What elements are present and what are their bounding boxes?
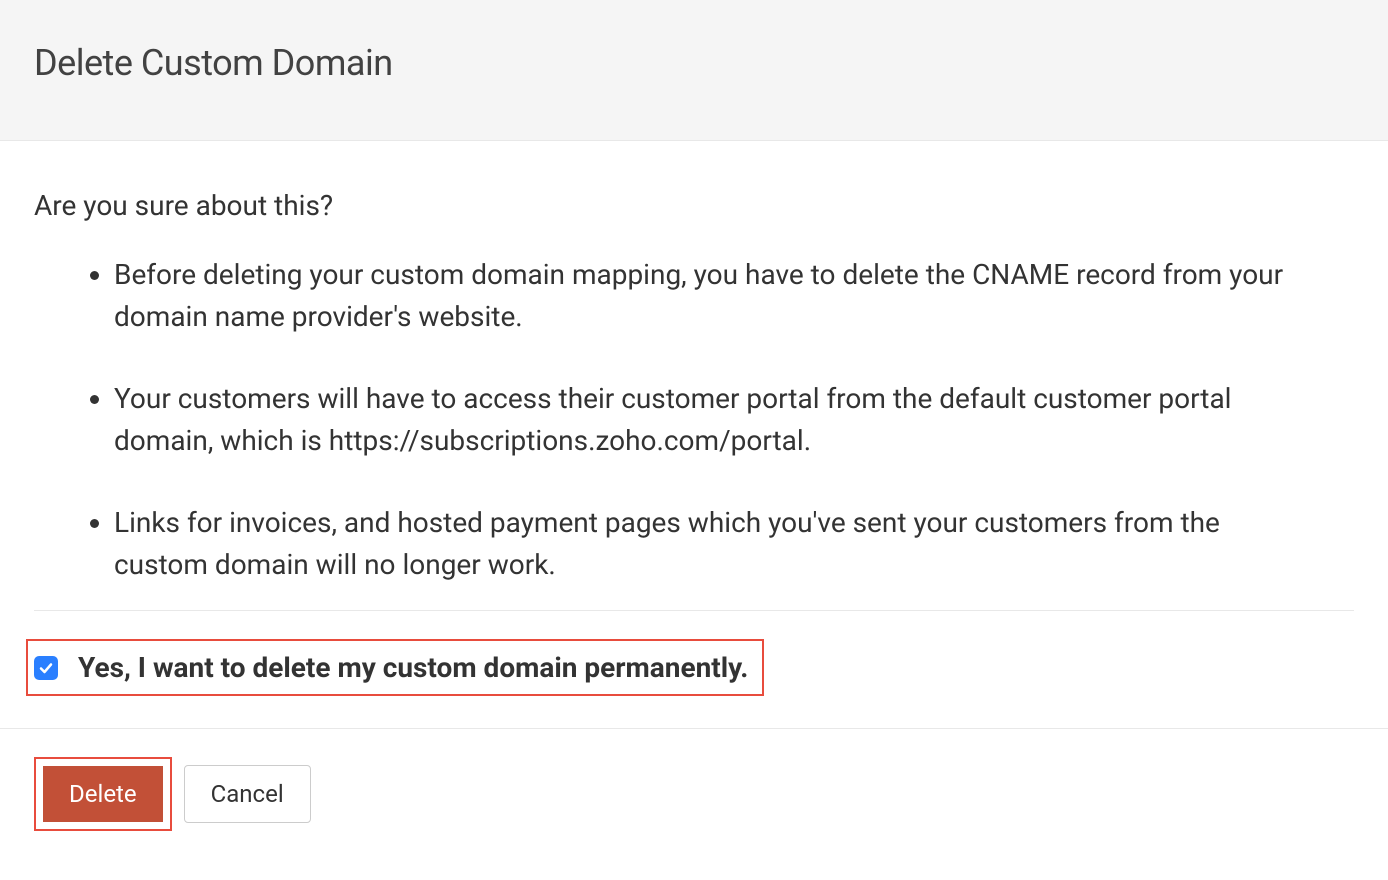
confirm-checkbox-wrapper	[34, 656, 58, 680]
warning-item: Your customers will have to access their…	[114, 378, 1354, 462]
warning-list: Before deleting your custom domain mappi…	[34, 254, 1354, 586]
delete-button[interactable]: Delete	[43, 766, 163, 822]
divider	[34, 610, 1354, 611]
warning-item: Links for invoices, and hosted payment p…	[114, 502, 1354, 586]
warning-item: Before deleting your custom domain mappi…	[114, 254, 1354, 338]
confirm-label[interactable]: Yes, I want to delete my custom domain p…	[78, 651, 748, 684]
confirmation-question: Are you sure about this?	[34, 189, 1354, 222]
confirm-highlight-box: Yes, I want to delete my custom domain p…	[26, 639, 764, 696]
dialog-title: Delete Custom Domain	[34, 42, 1354, 84]
dialog-body: Are you sure about this? Before deleting…	[0, 141, 1388, 728]
dialog-footer: Delete Cancel	[0, 728, 1388, 859]
cancel-button[interactable]: Cancel	[184, 765, 311, 823]
dialog-header: Delete Custom Domain	[0, 0, 1388, 141]
delete-highlight-box: Delete	[34, 757, 172, 831]
